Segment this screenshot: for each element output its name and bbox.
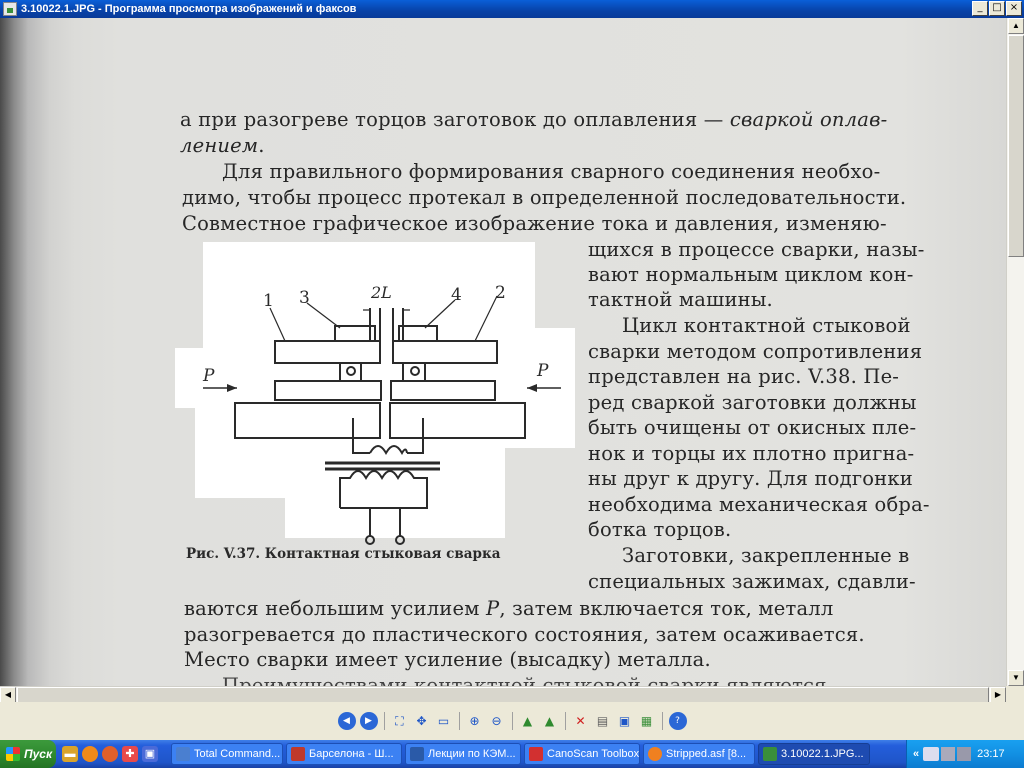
minimize-button[interactable]: _ [972,1,988,16]
text-line: ваются небольшим усилием P, затем включа… [184,597,834,620]
task-barcelona[interactable]: Барселона - Ш... [286,743,402,765]
zoom-in-icon[interactable]: ⊕ [466,712,484,730]
zoom-out-icon[interactable]: ⊖ [488,712,506,730]
scroll-left-button[interactable]: ◀ [0,687,16,703]
winamp-icon[interactable] [102,746,118,762]
text-line: лением. [180,134,265,157]
title-bar[interactable]: 3.10022.1.JPG - Программа просмотра изоб… [0,0,1024,18]
tray-expand-button[interactable]: « [913,748,919,760]
image-viewer-icon [763,747,777,761]
scroll-right-button[interactable]: ▶ [990,687,1006,703]
text-line: быть очищены от окисных пле- [588,416,917,439]
label-force-right: P [536,361,549,381]
disk-icon[interactable]: ▣ [142,746,158,762]
quick-launch: ▬ ✚ ▣ [62,746,158,762]
label-3: 3 [299,288,310,308]
scanner-icon [529,747,543,761]
label-1: 1 [263,291,274,311]
actual-size-icon[interactable]: ✥ [413,712,431,730]
delete-icon[interactable]: ✕ [572,712,590,730]
browser-icon[interactable] [82,746,98,762]
image-viewport[interactable]: а при разогреве торцов заготовок до опла… [0,18,1006,686]
media-player-icon [648,747,662,761]
monitor-icon[interactable] [941,747,956,761]
text-line: разогревается до пластического состояния… [184,623,865,646]
windows-logo-icon [6,747,20,761]
prev-image-icon[interactable]: ◀ [337,712,356,730]
best-fit-icon[interactable]: ⛶ [391,712,409,730]
start-button[interactable]: Пуск [0,740,56,768]
browser-icon [291,747,305,761]
vertical-scroll-thumb[interactable] [1008,35,1024,257]
horizontal-scrollbar[interactable]: ◀ ▶ [0,686,1006,703]
text-line: Совместное графическое изображение тока … [182,212,887,235]
text-line: Заготовки, закрепленные в [622,544,910,567]
text-line: щихся в процессе сварки, назы- [588,238,925,261]
next-image-icon[interactable]: ▶ [359,712,378,730]
start-label: Пуск [24,747,53,761]
text-line: нок и торцы их плотно пригна- [588,442,915,465]
vertical-scrollbar[interactable]: ▲ ▼ [1006,18,1024,686]
help-icon[interactable]: ? [668,712,687,730]
task-stripped-asf[interactable]: Stripped.asf [8... [643,743,755,765]
close-button[interactable]: × [1006,1,1022,16]
welding-diagram: 1 3 4 2 2L P P [175,242,575,545]
text-line: сварки методом сопротивления [588,340,923,363]
scroll-up-button[interactable]: ▲ [1008,18,1024,34]
text-line: а при разогреве торцов заготовок до опла… [180,108,888,131]
label-force-left: P [202,366,215,386]
word-icon [410,747,424,761]
task-canoscan[interactable]: CanoScan Toolbox [524,743,640,765]
text-line: димо, чтобы процесс протекал в определен… [182,186,907,209]
task-lectures[interactable]: Лекции по КЭМ... [405,743,521,765]
toolbar-separator [511,712,513,730]
text-line: Преимуществами контактной стыковой сварк… [222,674,827,686]
rotate-clockwise-icon[interactable]: ▲ [519,712,537,730]
toolbar-separator [661,712,663,730]
scroll-corner [1006,686,1024,702]
open-editor-icon[interactable]: ▦ [638,712,656,730]
label-gap: 2L [370,283,392,302]
app-icon[interactable] [3,2,17,16]
text-line: тактной машины. [588,288,773,311]
clock[interactable]: 23:17 [977,748,1005,760]
save-icon[interactable]: ▣ [616,712,634,730]
toolbar-separator [564,712,566,730]
text-line: представлен на рис. V.38. Пе- [588,365,900,388]
plugin-icon[interactable]: ✚ [122,746,138,762]
figure-caption: Рис. V.37. Контактная стыковая сварка [186,546,501,562]
maximize-button[interactable]: □ [989,1,1005,16]
scroll-down-button[interactable]: ▼ [1008,670,1024,686]
label-4: 4 [451,285,462,305]
folder-icon[interactable]: ▬ [62,746,78,762]
system-tray: « 23:17 [906,740,1024,768]
text-line: ны друг к другу. Для подгонки [588,467,913,490]
toolbar-separator [458,712,460,730]
text-line: ботка торцов. [588,518,732,541]
rotate-counterclockwise-icon[interactable]: ▲ [541,712,559,730]
task-image-viewer[interactable]: 3.10022.1.JPG... [758,743,870,765]
task-total-commander[interactable]: Total Command... [171,743,283,765]
network-icon[interactable] [923,747,940,761]
print-icon[interactable]: ▤ [594,712,612,730]
text-line: Для правильного формирования сварного со… [222,160,881,183]
text-line: Место сварки имеет усиление (высадку) ме… [184,648,711,671]
horizontal-scroll-thumb[interactable] [17,687,989,703]
volume-icon[interactable] [957,747,972,761]
viewer-toolbar: ◀ ▶ ⛶ ✥ ▭ ⊕ ⊖ ▲ ▲ ✕ ▤ ▣ ▦ ? [0,702,1024,740]
text-line: ред сваркой заготовки должны [588,391,917,414]
image-viewer-window: 3.10022.1.JPG - Программа просмотра изоб… [0,0,1024,740]
label-2: 2 [495,283,506,303]
text-line: необходима механическая обра- [588,493,930,516]
taskbar: Пуск ▬ ✚ ▣ Total Command... Барселона - … [0,740,1024,768]
slideshow-icon[interactable]: ▭ [435,712,453,730]
text-line: специальных зажимах, сдавли- [588,570,916,593]
window-title: 3.10022.1.JPG - Программа просмотра изоб… [21,3,357,15]
text-line: Цикл контактной стыковой [622,314,911,337]
total-commander-icon [176,747,190,761]
toolbar-separator [383,712,385,730]
text-line: вают нормальным циклом кон- [588,263,914,286]
